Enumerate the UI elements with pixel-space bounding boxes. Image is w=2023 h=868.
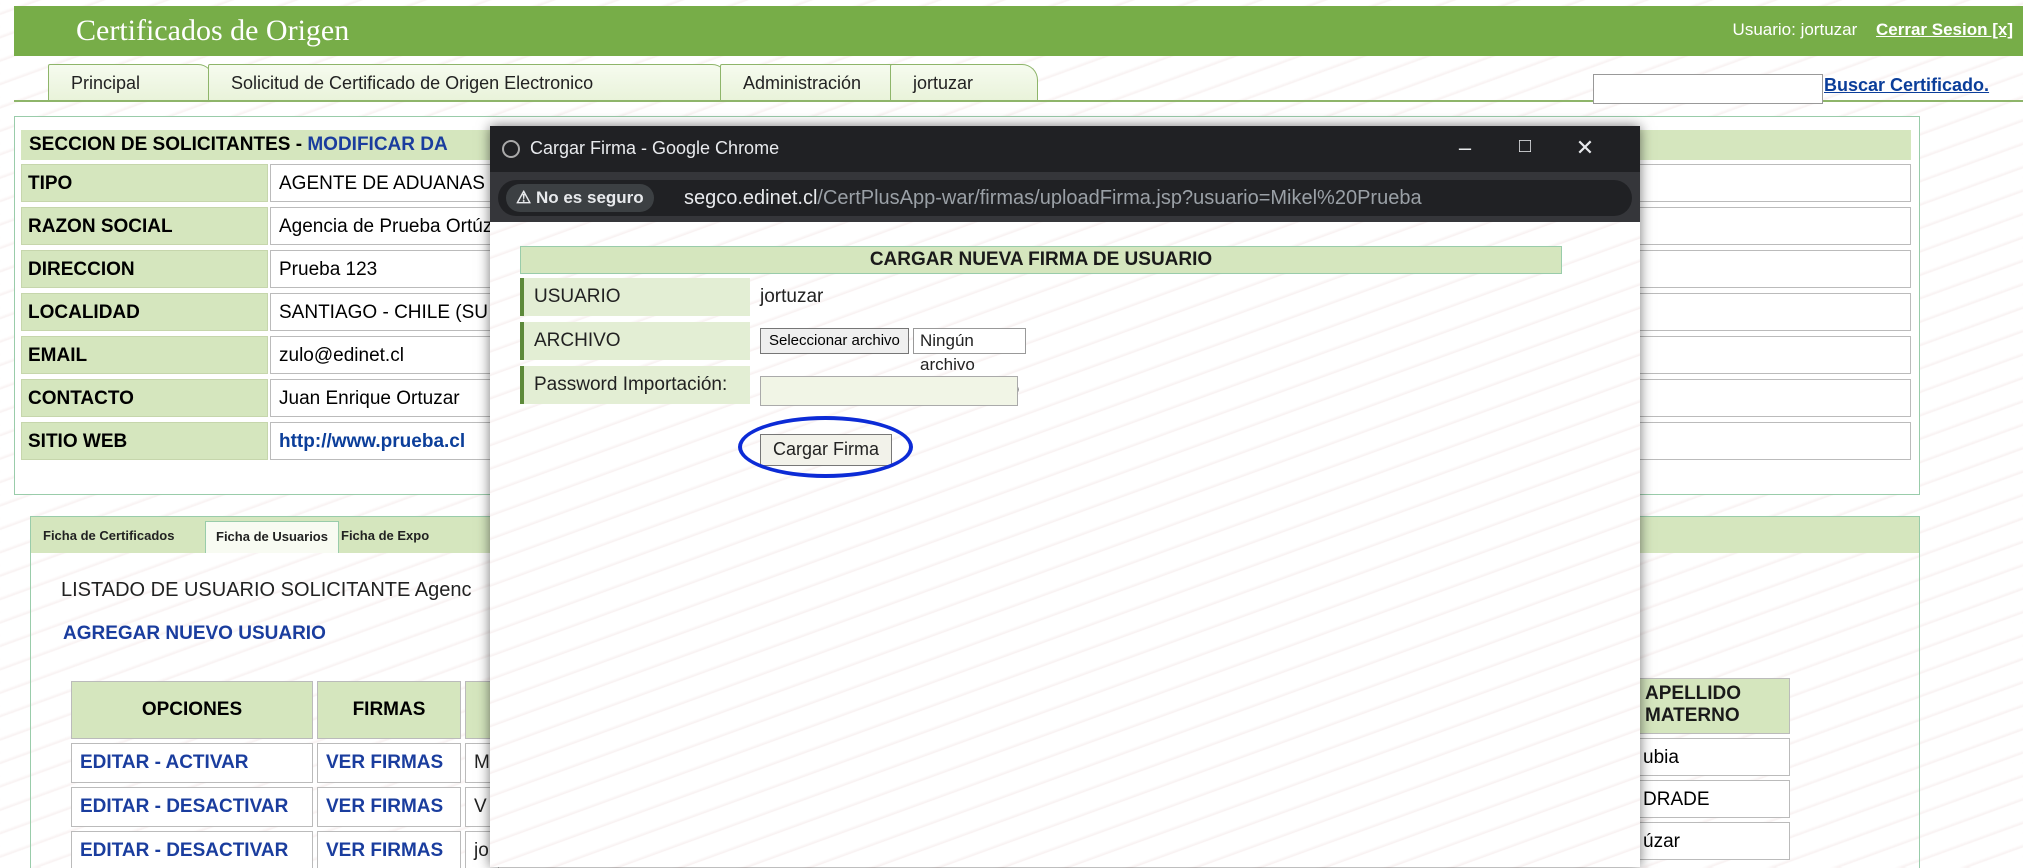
col-opciones: OPCIONES bbox=[71, 681, 313, 739]
usuario-row: USUARIO jortuzar bbox=[520, 278, 1020, 318]
address-bar: ⚠ No es seguro segco.edinet.cl/CertPlusA… bbox=[490, 172, 1640, 222]
col-apellido-materno: APELLIDO MATERNO bbox=[1638, 678, 1790, 734]
field-label: RAZON SOCIAL bbox=[21, 207, 268, 245]
tab-jortuzar[interactable]: jortuzar bbox=[890, 64, 1038, 100]
password-row: Password Importación: bbox=[520, 366, 1020, 406]
url-host: segco.edinet.cl bbox=[684, 187, 818, 209]
search-input[interactable] bbox=[1593, 74, 1823, 104]
edit-toggle-link[interactable]: EDITAR - ACTIVAR bbox=[71, 743, 313, 783]
brand-title: Certificados de Origen bbox=[76, 14, 350, 47]
table-header-row: OPCIONES FIRMAS bbox=[71, 681, 499, 739]
apellido-cell: úzar bbox=[1638, 822, 1790, 860]
logout-link[interactable]: Cerrar Sesion [x] bbox=[1876, 20, 2013, 39]
upload-form: CARGAR NUEVA FIRMA DE USUARIO USUARIO jo… bbox=[490, 222, 1640, 867]
search-certificate-link[interactable]: Buscar Certificado. bbox=[1824, 75, 1989, 96]
tab-solicitud[interactable]: Solicitud de Certificado de Origen Elect… bbox=[208, 64, 728, 100]
field-label: SITIO WEB bbox=[21, 422, 268, 460]
window-titlebar[interactable]: Cargar Firma - Google Chrome – □ ✕ bbox=[490, 126, 1640, 172]
subtab-usuarios[interactable]: Ficha de Usuarios bbox=[205, 521, 339, 553]
file-status: Ningún archivo seleccionado bbox=[913, 328, 1027, 398]
window-title: Cargar Firma - Google Chrome bbox=[530, 138, 780, 158]
field-label: LOCALIDAD bbox=[21, 293, 268, 331]
not-secure-badge[interactable]: ⚠ No es seguro bbox=[506, 184, 654, 212]
archivo-row: ARCHIVO Seleccionar archivo Ningún archi… bbox=[520, 322, 1027, 398]
edit-toggle-link[interactable]: EDITAR - DESACTIVAR bbox=[71, 831, 313, 868]
section-title-suffix: MODIFICAR DA bbox=[307, 134, 448, 155]
section-title-prefix: SECCION DE SOLICITANTES - bbox=[29, 134, 308, 155]
subtab-expo[interactable]: Ficha de Expo bbox=[331, 521, 439, 553]
add-user-link[interactable]: AGREGAR NUEVO USUARIO bbox=[63, 623, 326, 645]
field-label: CONTACTO bbox=[21, 379, 268, 417]
apellido-cell: ubia bbox=[1638, 738, 1790, 776]
maximize-icon[interactable]: □ bbox=[1510, 135, 1540, 158]
minimize-icon[interactable]: – bbox=[1450, 135, 1480, 161]
usuario-label: USUARIO bbox=[520, 278, 750, 316]
app-header: Certificados de Origen Usuario: jortuzar… bbox=[14, 6, 2023, 56]
close-icon[interactable]: ✕ bbox=[1570, 135, 1600, 161]
form-heading: CARGAR NUEVA FIRMA DE USUARIO bbox=[520, 246, 1562, 274]
apellido-cell: DRADE bbox=[1638, 780, 1790, 818]
users-table: OPCIONES FIRMAS EDITAR - ACTIVAR VER FIR… bbox=[67, 677, 503, 868]
subtab-certificados[interactable]: Ficha de Certificados bbox=[33, 521, 184, 553]
url-text: segco.edinet.cl/CertPlusApp-war/firmas/u… bbox=[684, 187, 1422, 210]
table-row: EDITAR - DESACTIVAR VER FIRMAS jo bbox=[71, 831, 499, 868]
field-label: EMAIL bbox=[21, 336, 268, 374]
url-path: /CertPlusApp-war/firmas/uploadFirma.jsp?… bbox=[817, 187, 1422, 209]
edit-toggle-link[interactable]: EDITAR - DESACTIVAR bbox=[71, 787, 313, 827]
listing-title: LISTADO DE USUARIO SOLICITANTE Agenc bbox=[61, 579, 472, 601]
table-row: EDITAR - DESACTIVAR VER FIRMAS V bbox=[71, 787, 499, 827]
view-signatures-link[interactable]: VER FIRMAS bbox=[317, 743, 461, 783]
password-field[interactable] bbox=[760, 376, 1018, 406]
col-firmas: FIRMAS bbox=[317, 681, 461, 739]
view-signatures-link[interactable]: VER FIRMAS bbox=[317, 831, 461, 868]
chrome-icon bbox=[502, 140, 520, 158]
view-signatures-link[interactable]: VER FIRMAS bbox=[317, 787, 461, 827]
not-secure-label: No es seguro bbox=[535, 188, 644, 207]
user-info: Usuario: jortuzar Cerrar Sesion [x] bbox=[1733, 20, 2013, 40]
field-label: TIPO bbox=[21, 164, 268, 202]
choose-file-button[interactable]: Seleccionar archivo bbox=[760, 328, 909, 354]
usuario-value: jortuzar bbox=[760, 286, 824, 307]
password-label: Password Importación: bbox=[520, 366, 750, 404]
user-label: Usuario: jortuzar bbox=[1732, 20, 1858, 39]
table-row: EDITAR - ACTIVAR VER FIRMAS M bbox=[71, 743, 499, 783]
field-label: DIRECCION bbox=[21, 250, 268, 288]
highlight-annotation bbox=[738, 416, 913, 478]
archivo-label: ARCHIVO bbox=[520, 322, 750, 360]
upload-signature-window: Cargar Firma - Google Chrome – □ ✕ ⚠ No … bbox=[490, 126, 1640, 867]
tab-principal[interactable]: Principal bbox=[48, 64, 214, 100]
